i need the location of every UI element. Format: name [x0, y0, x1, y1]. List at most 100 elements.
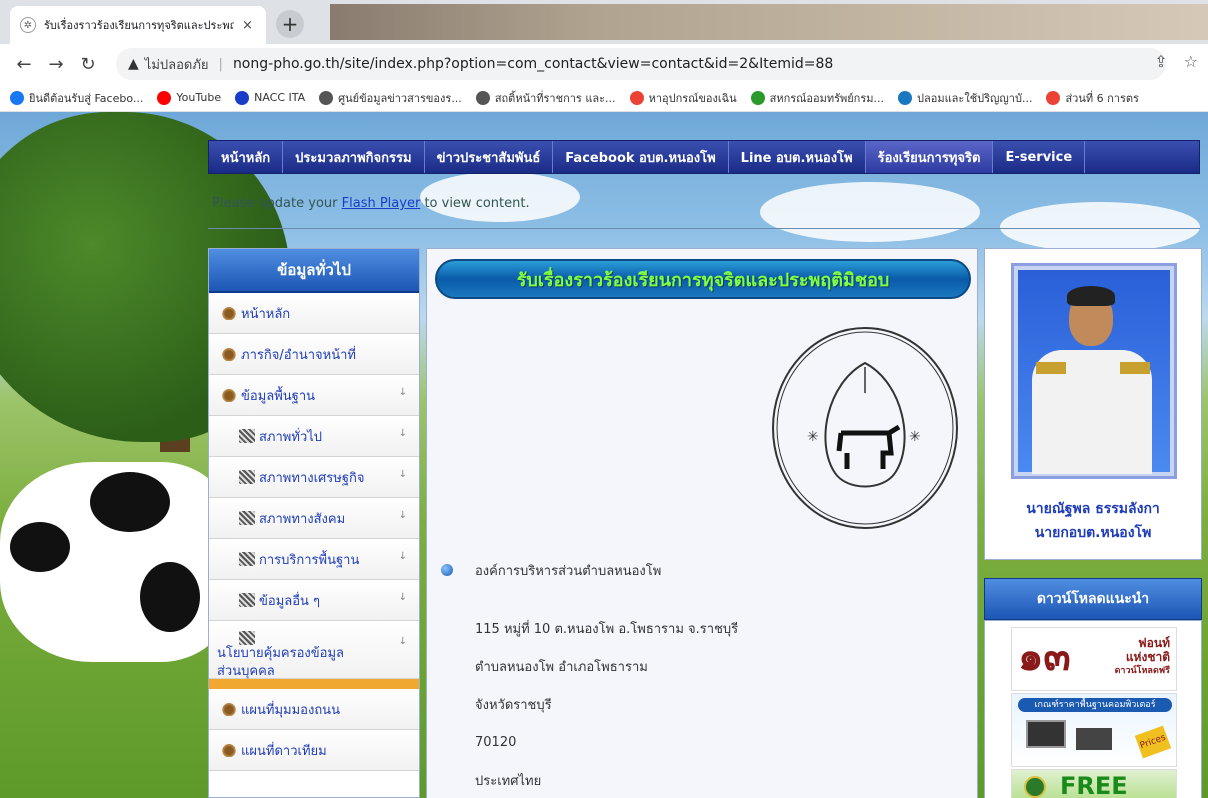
- cloud: [1000, 202, 1200, 252]
- bookmark-star-icon[interactable]: ☆: [1184, 52, 1198, 71]
- sidebar-general-info: ข้อมูลทั่วไป หน้าหลัก ภารกิจ/อำนาจหน้าที่…: [208, 248, 420, 798]
- bookmark-label: สหกรณ์ออมทรัพย์กรม...: [769, 91, 884, 105]
- reload-icon[interactable]: ↻: [72, 48, 104, 80]
- facebook-icon: [10, 90, 24, 105]
- bookmark-item[interactable]: สหกรณ์ออมทรัพย์กรม...: [750, 89, 884, 107]
- share-icon[interactable]: ⇪: [1154, 52, 1167, 71]
- free-download-banner[interactable]: FREE: [1011, 769, 1177, 798]
- google-icon: [1046, 90, 1061, 105]
- nav-item[interactable]: ข่าวประชาสัมพันธ์: [425, 141, 554, 173]
- ita-icon: [235, 90, 250, 105]
- sidebar-item-label: แผนที่ดาวเทียม: [241, 743, 327, 759]
- grid-menu-icon: [239, 429, 255, 443]
- sidebar-item[interactable]: ข้อมูลพื้นฐาน ↓: [209, 375, 419, 416]
- address-line: 70120: [441, 723, 961, 761]
- sidebar-item[interactable]: สภาพทางเศรษฐกิจ ↓: [209, 457, 419, 498]
- sidebar-item-label: นโยบายคุ้มครองข้อมูล: [217, 646, 344, 661]
- svg-text:✳: ✳: [909, 429, 921, 445]
- bookmark-item[interactable]: ยินดีต้อนรับสู่ Facebo...: [10, 89, 143, 107]
- expand-arrow-icon: ↓: [398, 428, 407, 439]
- address-line: 115 หมู่ที่ 10 ต.หนองโพ อ.โพธาราม จ.ราชบ…: [441, 609, 961, 647]
- tab-close-icon[interactable]: ×: [242, 18, 256, 33]
- svg-text:✳: ✳: [807, 429, 819, 445]
- bookmark-item[interactable]: NACC ITA: [235, 90, 306, 105]
- warning-icon[interactable]: ▲: [128, 56, 139, 72]
- globe-icon: [475, 90, 490, 105]
- nav-item[interactable]: Line อบต.หนองโพ: [729, 141, 866, 173]
- browser-tab-active[interactable]: ✲ รับเรื่องราวร้องเรียนการทุจริตและประพฤ…: [10, 6, 266, 44]
- new-tab-button[interactable]: +: [276, 10, 304, 38]
- bookmark-label: NACC ITA: [254, 91, 306, 104]
- sidebar-item-privacy-policy[interactable]: นโยบายคุ้มครองข้อมูล ↓ ส่วนบุคคล: [209, 621, 419, 679]
- bookmark-label: ยินดีต้อนรับสู่ Facebo...: [29, 91, 144, 105]
- thai-font-banner[interactable]: ๑๓ ฟอนท์ แห่งชาติ ดาวน์โหลดฟรี: [1011, 627, 1177, 691]
- expand-arrow-icon: ↓: [398, 551, 407, 562]
- sidebar-item-label: สภาพทางเศรษฐกิจ: [259, 470, 365, 486]
- browser-tabstrip: ✲ รับเรื่องราวร้องเรียนการทุจริตและประพฤ…: [0, 0, 1208, 44]
- cow-image: [0, 462, 230, 662]
- url-text[interactable]: nong-pho.go.th/site/index.php?option=com…: [233, 56, 833, 72]
- grid-menu-icon: [239, 593, 255, 607]
- bookmark-label: YouTube: [176, 91, 222, 104]
- bookmark-item[interactable]: ส่วนที่ 6 การตร: [1046, 89, 1139, 107]
- sidebar-item[interactable]: แผนที่มุมมองถนน: [209, 689, 419, 730]
- expand-arrow-icon: ↓: [398, 636, 407, 647]
- nav-item[interactable]: Facebook อบต.หนองโพ: [553, 141, 729, 173]
- sidebar-item-label: หน้าหลัก: [241, 306, 291, 322]
- sidebar-item[interactable]: แผนที่ดาวเทียม: [209, 730, 419, 771]
- bookmark-item[interactable]: หาอุปกรณ์ของเฉิน: [629, 89, 737, 107]
- flash-notice-suffix: to view content.: [424, 196, 530, 211]
- sidebar-item[interactable]: ข้อมูลอื่น ๆ ↓: [209, 580, 419, 621]
- address-line: ประเทศไทย: [441, 761, 961, 798]
- flash-notice-prefix: Please update your: [212, 196, 338, 211]
- download-icon: [1024, 776, 1046, 798]
- bookmark-item[interactable]: ศูนย์ข้อมูลข่าวสารของร...: [319, 89, 462, 107]
- sidebar-item-label: ภารกิจ/อำนาจหน้าที่: [241, 347, 356, 363]
- nav-item[interactable]: ประมวลภาพกิจกรรม: [283, 141, 425, 173]
- security-label[interactable]: ไม่ปลอดภัย: [145, 54, 209, 75]
- nav-item[interactable]: หน้าหลัก: [209, 141, 284, 173]
- sidebar-item-label: ข้อมูลอื่น ๆ: [259, 593, 321, 609]
- sidebar-item[interactable]: สภาพทั่วไป ↓: [209, 416, 419, 457]
- cow-menu-icon: [221, 702, 237, 716]
- nav-item[interactable]: E-service: [993, 141, 1086, 173]
- nav-item[interactable]: ร้องเรียนการทุจริต: [865, 141, 994, 173]
- mayor-name: นายณัฐพล ธรรมลังกา: [1026, 501, 1160, 517]
- organization-name: องค์การบริหารส่วนตำบลหนองโพ: [475, 563, 662, 579]
- back-icon[interactable]: ←: [8, 48, 40, 80]
- nong-pho-seal-logo: ✳ ✳: [772, 327, 958, 529]
- sidebar-item-label: การบริการพื้นฐาน: [259, 552, 360, 568]
- sidebar-item[interactable]: หน้าหลัก: [209, 293, 419, 334]
- downloads-panel: ๑๓ ฟอนท์ แห่งชาติ ดาวน์โหลดฟรี เกณฑ์ราคา…: [984, 620, 1202, 798]
- bookmark-item[interactable]: ปลอมและใช้ปริญญาบั...: [898, 89, 1032, 107]
- laptop-icon: [1076, 728, 1112, 750]
- bookmark-item[interactable]: สถติ้หน้าที่ราชการ และ...: [475, 89, 616, 107]
- sidebar-item[interactable]: สภาพทางสังคม ↓: [209, 498, 419, 539]
- mayor-photo: [1011, 263, 1177, 479]
- cloud: [760, 182, 980, 242]
- address-text: จังหวัดราชบุรี: [475, 697, 552, 713]
- bookmark-item[interactable]: YouTube: [157, 90, 222, 105]
- contact-details: องค์การบริหารส่วนตำบลหนองโพ 115 หมู่ที่ …: [441, 551, 961, 798]
- google-icon: [629, 90, 644, 105]
- address-text: 115 หมู่ที่ 10 ต.หนองโพ อ.โพธาราม จ.ราชบ…: [475, 621, 739, 637]
- main-navigation: หน้าหลัก ประมวลภาพกิจกรรม ข่าวประชาสัมพันธ…: [208, 140, 1200, 174]
- web-page: หน้าหลัก ประมวลภาพกิจกรรม ข่าวประชาสัมพันธ…: [0, 112, 1208, 798]
- expand-arrow-icon: ↓: [398, 592, 407, 603]
- mayor-profile: นายณัฐพล ธรรมลังกา นายกอบต.หนองโพ: [984, 248, 1202, 560]
- hat-icon: [898, 90, 912, 105]
- globe-icon: [319, 90, 334, 105]
- forward-icon[interactable]: →: [40, 48, 72, 80]
- grid-menu-icon: [239, 470, 255, 484]
- free-banner-text: FREE: [1060, 772, 1128, 798]
- address-bar[interactable]: ▲ ไม่ปลอดภัย | nong-pho.go.th/site/index…: [116, 48, 1166, 80]
- sidebar-item-label: สภาพทางสังคม: [259, 511, 346, 527]
- bookmark-label: ส่วนที่ 6 การตร: [1065, 91, 1139, 105]
- sidebar-item-label: สภาพทั่วไป: [259, 429, 323, 445]
- bookmark-label: หาอุปกรณ์ของเฉิน: [648, 91, 737, 105]
- sidebar-item[interactable]: การบริการพื้นฐาน ↓: [209, 539, 419, 580]
- font-banner-number: ๑๓: [1018, 634, 1071, 680]
- sidebar-item[interactable]: ภารกิจ/อำนาจหน้าที่: [209, 334, 419, 375]
- flash-player-link[interactable]: Flash Player: [342, 196, 421, 211]
- computer-price-banner[interactable]: เกณฑ์ราคาพื้นฐานคอมพิวเตอร์ Prices: [1011, 693, 1177, 767]
